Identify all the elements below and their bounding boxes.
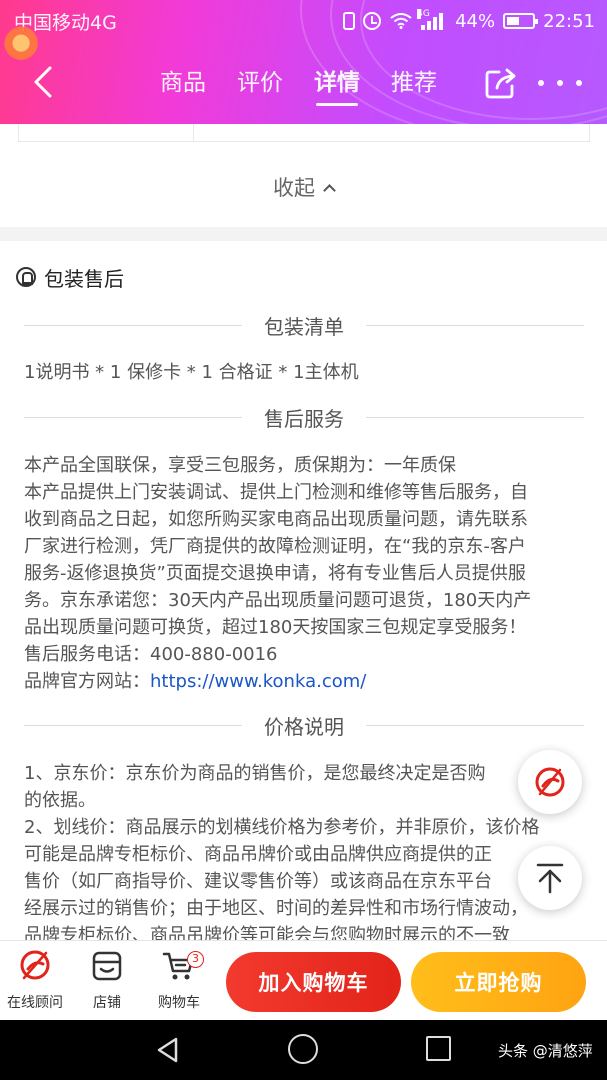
triangle-back-icon (157, 1037, 178, 1063)
tab-product[interactable]: 商品 (160, 66, 206, 106)
watermark: 头条 @清悠萍 (498, 1042, 593, 1060)
tab-recommend[interactable]: 推荐 (391, 66, 437, 106)
price-note-line: 品牌专柜标价、商品吊牌价等可能会与您购物时展示的不一致 (24, 925, 510, 940)
vibrate-icon (343, 12, 356, 30)
after-sales-line: 本产品提供上门安装调试、提供上门检测和维修等售后服务，自 (24, 482, 528, 503)
back-button[interactable] (24, 62, 64, 102)
customer-service-icon (20, 950, 50, 980)
app-logo (4, 26, 42, 64)
section-separator (0, 227, 607, 241)
status-bar: 中国移动4G 4G 44% 22:51 (0, 0, 607, 42)
price-note-heading: 价格说明 (24, 710, 584, 740)
price-note-line: 1、京东价：京东价为商品的销售价，是您最终决定是否购 (24, 763, 486, 784)
service-phone: 售后服务电话：400-880-0016 (24, 644, 278, 665)
customer-service-icon (535, 767, 565, 797)
shop-label: 店铺 (93, 995, 121, 1011)
more-dots-icon (538, 80, 544, 86)
add-to-cart-button[interactable]: 加入购物车 (226, 952, 401, 1012)
brand-website-link[interactable]: https://www.konka.com/ (150, 671, 366, 692)
bottom-action-bar: 在线顾问 店铺 3 购物车 加入购物车 立即抢购 (0, 940, 607, 1020)
cart-button[interactable]: 3 购物车 (147, 947, 211, 1012)
more-button[interactable] (538, 64, 582, 102)
price-note-text: 1、京东价：京东价为商品的销售价，是您最终决定是否购 的依据。 2、划线价：商品… (24, 760, 584, 940)
tab-reviews[interactable]: 评价 (237, 66, 283, 106)
consult-button[interactable]: 在线顾问 (3, 947, 67, 1012)
nav-tabs: 商品 评价 详情 推荐 (160, 66, 437, 106)
cart-count-badge: 3 (187, 951, 204, 968)
shop-button[interactable]: 店铺 (75, 947, 139, 1012)
collapse-label: 收起 (273, 176, 315, 200)
after-sales-line: 品出现质量问题可换货，超过180天按国家三包规定享受服务！ (24, 617, 527, 638)
battery-percent: 44% (455, 10, 496, 32)
status-icons: 4G 44% 22:51 (343, 8, 595, 34)
consult-label: 在线顾问 (7, 995, 63, 1011)
package-icon (16, 267, 36, 287)
alarm-icon (363, 12, 382, 30)
brand-website-row: 品牌官方网站：https://www.konka.com/ (24, 671, 367, 692)
detail-content[interactable]: 收起 包装售后 包装清单 1说明书 * 1 保修卡 * 1 合格证 * 1主体机… (0, 124, 607, 940)
shop-icon (92, 951, 122, 981)
price-note-line: 经展示过的销售价；由于地区、时间的差异性和市场行情波动， (24, 898, 528, 919)
signal-icon: 4G (417, 9, 447, 30)
floating-consult-button[interactable] (518, 750, 582, 814)
price-note-line: 2、划线价：商品展示的划横线价格为参考价，并非原价，该价格 (24, 817, 540, 838)
battery-icon (503, 13, 539, 29)
network-type: 4G (417, 9, 430, 19)
after-sales-line: 收到商品之日起，如您所购买家电商品出现质量问题，请先联系 (24, 509, 528, 530)
spec-table-bottom (18, 124, 590, 142)
section-title: 包装售后 (44, 266, 124, 291)
price-note-line: 售价（如厂商指导价、建议零售价等）或该商品在京东平台 (24, 871, 492, 892)
cart-label: 购物车 (158, 995, 200, 1011)
system-recent-apps-button[interactable] (426, 1036, 451, 1061)
share-icon (485, 68, 516, 99)
buy-now-button[interactable]: 立即抢购 (411, 952, 586, 1012)
after-sales-text: 本产品全国联保，享受三包服务，质保期为：一年质保 本产品提供上门安装调试、提供上… (24, 452, 584, 695)
arrow-up-icon (536, 863, 564, 894)
price-note-line: 可能是品牌专柜标价、商品吊牌价或由品牌供应商提供的正 (24, 844, 492, 865)
clock: 22:51 (543, 10, 595, 32)
top-header: 中国移动4G 4G 44% 22:51 商品 评价 详情 推荐 (0, 0, 607, 124)
after-sales-line: 厂家进行检测，凭厂商提供的故障检测证明，在“我的京东-客户 (24, 536, 526, 557)
after-sales-heading: 售后服务 (24, 402, 584, 432)
after-sales-line: 服务-返修退换货”页面提交退换申请，将有专业售后人员提供服 (24, 563, 526, 584)
packing-list-heading: 包装清单 (24, 310, 584, 340)
after-sales-line: 本产品全国联保，享受三包服务，质保期为：一年质保 (24, 455, 456, 476)
system-home-button[interactable] (288, 1034, 318, 1064)
price-note-line: 的依据。 (24, 790, 96, 811)
section-heading: 包装售后 (16, 263, 124, 291)
system-nav-bar: 头条 @清悠萍 (0, 1020, 607, 1080)
wifi-icon (389, 13, 413, 29)
system-back-button[interactable] (154, 1036, 182, 1068)
share-button[interactable] (482, 64, 520, 102)
after-sales-line: 务。京东承诺您：30天内产品出现质量问题可退货，180天内产 (24, 590, 532, 611)
chevron-up-icon (323, 184, 336, 197)
back-to-top-button[interactable] (518, 846, 582, 910)
tab-details[interactable]: 详情 (314, 66, 360, 106)
collapse-button[interactable]: 收起 (0, 172, 607, 202)
packing-list-text: 1说明书 * 1 保修卡 * 1 合格证 * 1主体机 (24, 362, 359, 383)
chevron-left-icon (34, 66, 52, 98)
